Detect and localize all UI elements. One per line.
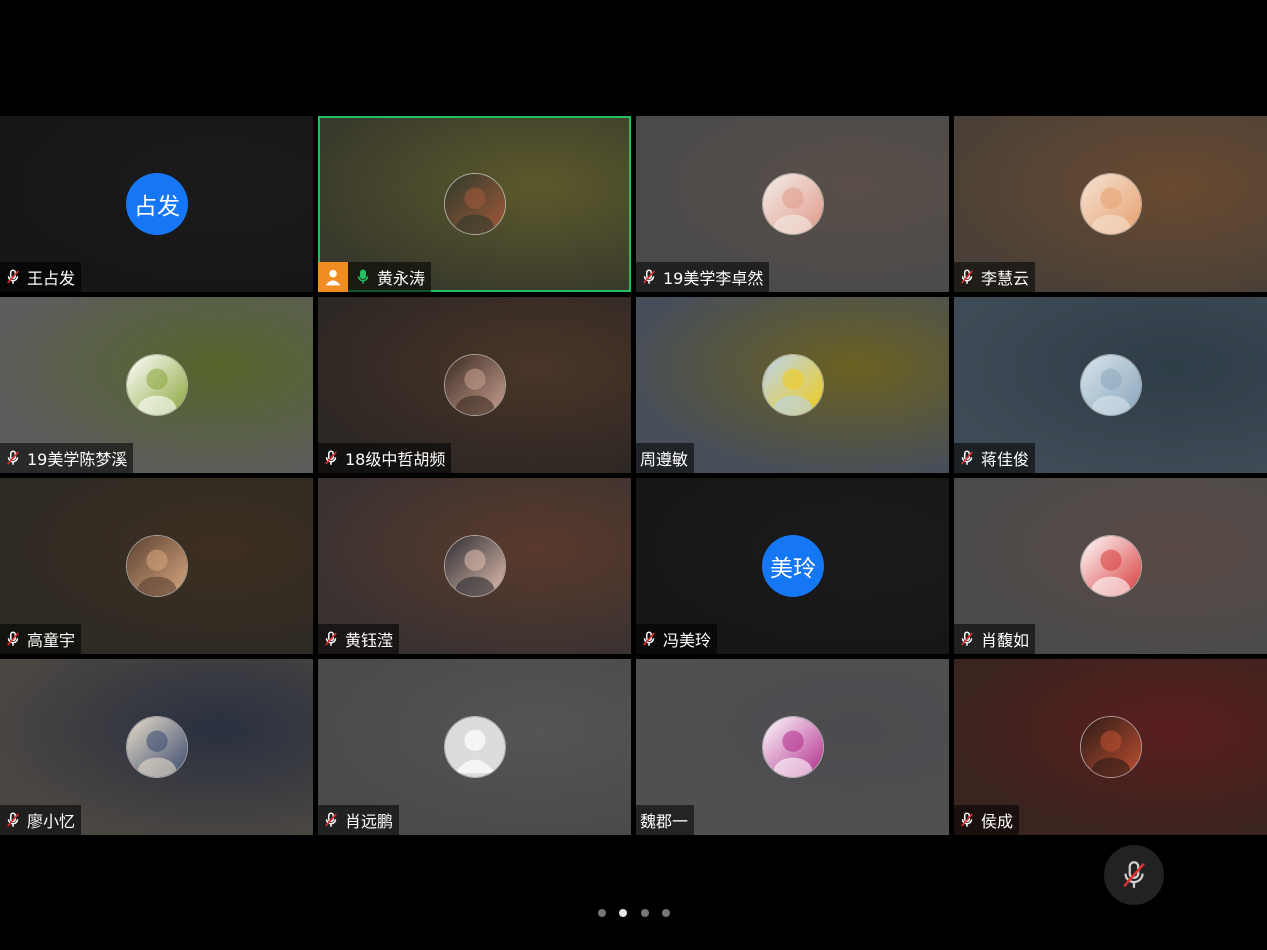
participant-tile[interactable]: 18级中哲胡频 — [318, 297, 631, 473]
page-dot[interactable] — [661, 909, 670, 917]
name-tag: 蒋佳俊 — [954, 443, 1036, 473]
name-tag: 王占发 — [0, 262, 82, 292]
name-tag: 高童宇 — [0, 624, 82, 654]
mute-toggle-button[interactable] — [1104, 845, 1164, 905]
page-dot[interactable] — [598, 909, 606, 917]
name-tag: 黄永涛 — [318, 262, 432, 292]
mic-muted-icon — [7, 269, 19, 284]
name-tag: 周遵敏 — [636, 443, 695, 473]
avatar — [762, 716, 824, 778]
participant-name: 王占发 — [27, 269, 76, 288]
participant-name: 肖远鹏 — [345, 812, 394, 831]
host-user-icon — [318, 262, 348, 292]
participant-tile[interactable]: 魏郡一 — [636, 659, 949, 835]
participant-tile[interactable]: 黄钰滢 — [318, 478, 631, 654]
mic-muted-icon — [961, 450, 973, 465]
default-user-icon — [444, 716, 506, 778]
avatar — [126, 716, 188, 778]
participant-name: 魏郡一 — [640, 812, 689, 831]
participant-tile[interactable]: 蒋佳俊 — [954, 297, 1267, 473]
avatar-initials-text: 美玲 — [770, 556, 816, 582]
mic-muted-icon — [643, 269, 655, 284]
avatar — [126, 354, 188, 416]
name-tag: 18级中哲胡频 — [318, 443, 452, 473]
participant-name: 李慧云 — [981, 269, 1030, 288]
name-tag: 廖小忆 — [0, 805, 82, 835]
avatar — [1080, 354, 1142, 416]
participant-tile[interactable]: 高童宇 — [0, 478, 313, 654]
participant-tile[interactable]: 19美学李卓然 — [636, 116, 949, 292]
name-tag: 肖远鹏 — [318, 805, 400, 835]
mic-muted-icon — [7, 812, 19, 827]
name-tag: 黄钰滢 — [318, 624, 400, 654]
mic-muted-icon — [643, 631, 655, 646]
mic-muted-icon — [961, 812, 973, 827]
mic-muted-icon — [7, 450, 19, 465]
mic-off-icon — [1123, 861, 1145, 888]
mic-muted-icon — [961, 631, 973, 646]
participant-tile[interactable]: 占发王占发 — [0, 116, 313, 292]
name-tag: 魏郡一 — [636, 805, 695, 835]
participant-name: 黄钰滢 — [345, 631, 394, 650]
name-tag: 侯成 — [954, 805, 1020, 835]
participant-name: 19美学李卓然 — [663, 269, 764, 288]
name-tag: 李慧云 — [954, 262, 1036, 292]
avatar — [1080, 535, 1142, 597]
participant-name: 冯美玲 — [663, 631, 712, 650]
mic-muted-icon — [961, 269, 973, 284]
avatar-initials: 美玲 — [762, 535, 824, 597]
avatar — [444, 535, 506, 597]
participant-name: 肖馥如 — [981, 631, 1030, 650]
avatar — [762, 354, 824, 416]
participant-tile[interactable]: 廖小忆 — [0, 659, 313, 835]
participant-tile[interactable]: 肖远鹏 — [318, 659, 631, 835]
mic-on-icon — [357, 269, 369, 284]
participant-name: 18级中哲胡频 — [345, 450, 446, 469]
page-indicator[interactable] — [598, 909, 670, 919]
avatar — [1080, 173, 1142, 235]
participant-tile[interactable]: 李慧云 — [954, 116, 1267, 292]
participant-name: 黄永涛 — [377, 269, 426, 288]
name-tag: 冯美玲 — [636, 624, 718, 654]
name-tag: 19美学陈梦溪 — [0, 443, 134, 473]
participant-name: 侯成 — [981, 812, 1014, 831]
mic-muted-icon — [7, 631, 19, 646]
name-tag: 肖馥如 — [954, 624, 1036, 654]
avatar-initials: 占发 — [126, 173, 188, 235]
avatar — [762, 173, 824, 235]
participant-tile[interactable]: 美玲冯美玲 — [636, 478, 949, 654]
participant-tile[interactable]: 肖馥如 — [954, 478, 1267, 654]
participant-tile[interactable]: 黄永涛 — [318, 116, 631, 292]
participant-tile[interactable]: 周遵敏 — [636, 297, 949, 473]
avatar — [444, 173, 506, 235]
avatar — [126, 535, 188, 597]
mic-muted-icon — [325, 812, 337, 827]
page-dot[interactable] — [640, 909, 649, 917]
participant-grid: 占发 王占发 黄永涛 19美学李卓然 李慧云 19美学陈梦溪 18级中哲胡频 周遵敏 蒋佳俊 高童… — [0, 116, 1267, 835]
mic-muted-icon — [325, 631, 337, 646]
mic-muted-icon — [325, 450, 337, 465]
avatar-initials-text: 占发 — [134, 194, 180, 220]
participant-tile[interactable]: 侯成 — [954, 659, 1267, 835]
avatar — [1080, 716, 1142, 778]
name-tag: 19美学李卓然 — [636, 262, 770, 292]
participant-name: 廖小忆 — [27, 812, 76, 831]
participant-name: 蒋佳俊 — [981, 450, 1030, 469]
page-dot[interactable] — [619, 909, 628, 917]
participant-name: 高童宇 — [27, 631, 76, 650]
participant-name: 周遵敏 — [640, 450, 689, 469]
avatar — [444, 354, 506, 416]
participant-tile[interactable]: 19美学陈梦溪 — [0, 297, 313, 473]
participant-name: 19美学陈梦溪 — [27, 450, 128, 469]
